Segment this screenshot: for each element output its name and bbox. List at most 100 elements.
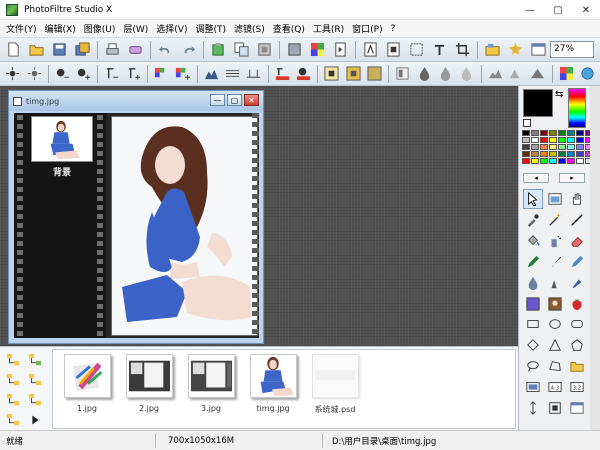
palette-swatch[interactable] — [576, 144, 584, 150]
file-thumbnail[interactable]: 1.jpg — [57, 354, 117, 413]
palette-swatch[interactable] — [576, 158, 584, 164]
save-all-icon[interactable] — [73, 40, 92, 59]
rounded-rect-shape-icon[interactable] — [567, 314, 587, 334]
save-icon[interactable] — [50, 40, 69, 59]
brightness-plus-icon[interactable] — [25, 64, 42, 83]
menu-file[interactable]: 文件(Y) — [6, 22, 37, 35]
folder-add-icon[interactable] — [26, 391, 44, 409]
palette-swatch[interactable] — [549, 158, 557, 164]
palette-swatch[interactable] — [540, 158, 548, 164]
image-size-icon[interactable] — [331, 40, 350, 59]
palette-swatch[interactable] — [567, 151, 575, 157]
diamond-shape-icon[interactable] — [523, 335, 543, 355]
ratio-4-3-icon[interactable]: 4:3 — [545, 377, 565, 397]
palette-swatch[interactable] — [540, 151, 548, 157]
polygon-shape-icon[interactable] — [567, 335, 587, 355]
palette-swatch[interactable] — [540, 137, 548, 143]
palette-swatch[interactable] — [567, 158, 575, 164]
selection-tool-icon[interactable] — [407, 40, 426, 59]
pattern-icon[interactable] — [344, 64, 361, 83]
folder-explore-icon[interactable] — [4, 411, 22, 429]
gamma-minus-icon[interactable] — [103, 64, 120, 83]
palette-next-button[interactable]: ▸ — [559, 173, 585, 183]
selection-window-icon[interactable] — [545, 189, 565, 209]
foreground-color-swatch[interactable] — [523, 89, 553, 117]
photo-mask-icon[interactable] — [545, 294, 565, 314]
emboss-icon[interactable] — [486, 64, 503, 83]
minimize-button[interactable]: — — [516, 0, 544, 20]
blur-icon[interactable] — [394, 64, 411, 83]
palette-swatch[interactable] — [522, 151, 530, 157]
levels-icon[interactable] — [203, 64, 220, 83]
palette-swatch[interactable] — [531, 130, 539, 136]
palette-swatch[interactable] — [522, 158, 530, 164]
sharpen-more-icon[interactable] — [458, 64, 475, 83]
palette-swatch[interactable] — [558, 144, 566, 150]
ratio-3-2-icon[interactable]: 3:2 — [567, 377, 587, 397]
document-titlebar[interactable]: timg.jpg — ▢ ✕ — [9, 91, 263, 111]
file-thumbnail[interactable]: 系统城.psd — [305, 354, 365, 415]
color-spectrum[interactable] — [568, 88, 586, 128]
color-wheel-icon[interactable] — [579, 64, 596, 83]
file-thumbnail[interactable]: 2.jpg — [119, 354, 179, 413]
close-button[interactable]: ✕ — [572, 0, 600, 20]
equalize-icon[interactable] — [224, 64, 241, 83]
saturation-plus-icon[interactable] — [174, 64, 191, 83]
eraser-icon[interactable] — [567, 231, 587, 251]
canvas-size-icon[interactable] — [285, 40, 304, 59]
layer-thumbnail[interactable] — [31, 116, 93, 162]
fill-bucket-icon[interactable] — [523, 231, 543, 251]
menu-filter[interactable]: 滤镜(S) — [234, 22, 265, 35]
automate-icon[interactable] — [361, 40, 380, 59]
duplicate-icon[interactable] — [255, 40, 274, 59]
folder-tree-icon[interactable] — [4, 351, 22, 369]
gamma-plus-icon[interactable] — [125, 64, 142, 83]
line-tool-icon[interactable] — [567, 210, 587, 230]
plugins-icon[interactable] — [506, 40, 525, 59]
palette-swatch[interactable] — [522, 130, 530, 136]
contrast-minus-icon[interactable] — [54, 64, 71, 83]
palette-swatch[interactable] — [576, 130, 584, 136]
folder-up-icon[interactable] — [4, 371, 22, 389]
water-drop-icon[interactable] — [415, 64, 432, 83]
document-window[interactable]: timg.jpg — ▢ ✕ 背景 — [8, 90, 264, 344]
palette-swatch[interactable] — [576, 137, 584, 143]
folder-tree-alt-icon[interactable] — [26, 351, 44, 369]
zoom-field[interactable]: 27% — [550, 41, 594, 58]
menu-image[interactable]: 图像(U) — [84, 22, 116, 35]
palette-swatch[interactable] — [540, 130, 548, 136]
folder-refresh-icon[interactable] — [4, 391, 22, 409]
pencil-icon[interactable] — [523, 252, 543, 272]
sharpen-icon[interactable] — [437, 64, 454, 83]
fit-height-icon[interactable] — [523, 398, 543, 418]
palette-swatch[interactable] — [567, 130, 575, 136]
palette-swatch[interactable] — [522, 144, 530, 150]
polygon-lasso-icon[interactable] — [545, 356, 565, 376]
redo-icon[interactable] — [179, 40, 198, 59]
menu-view[interactable]: 查看(Q) — [273, 22, 305, 35]
palette-swatch[interactable] — [540, 144, 548, 150]
clone-brush-icon[interactable] — [567, 252, 587, 272]
palette-swatch[interactable] — [576, 151, 584, 157]
color-balance-icon[interactable] — [245, 64, 262, 83]
scan-icon[interactable] — [126, 40, 145, 59]
palette-swatch[interactable] — [558, 158, 566, 164]
fit-frame-icon[interactable] — [545, 398, 565, 418]
rectangle-shape-icon[interactable] — [523, 314, 543, 334]
document-minimize-button[interactable]: — — [210, 94, 225, 106]
blur-drop-icon[interactable] — [523, 273, 543, 293]
relief-icon[interactable] — [508, 64, 525, 83]
color-grid-icon[interactable] — [308, 40, 327, 59]
triangle-shape-icon[interactable] — [545, 335, 565, 355]
palette-swatch[interactable] — [522, 137, 530, 143]
menu-tools[interactable]: 工具(R) — [313, 22, 344, 35]
color-swatch-icon[interactable] — [557, 64, 574, 83]
stamp-icon[interactable] — [567, 273, 587, 293]
file-thumbnail[interactable]: 3.jpg — [181, 354, 241, 413]
maximize-button[interactable]: ▢ — [544, 0, 572, 20]
open-selection-icon[interactable] — [567, 356, 587, 376]
magic-wand-icon[interactable] — [545, 210, 565, 230]
crop-icon[interactable] — [453, 40, 472, 59]
ellipse-shape-icon[interactable] — [545, 314, 565, 334]
palette-swatch[interactable] — [531, 137, 539, 143]
